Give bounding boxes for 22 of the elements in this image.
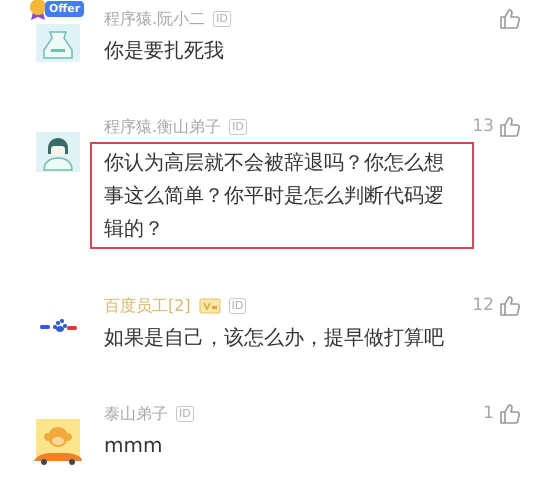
id-tag: ID (228, 298, 246, 314)
medal-icon (28, 0, 48, 20)
thumbs-up-icon[interactable] (498, 7, 522, 31)
avatar-icon[interactable] (34, 417, 82, 465)
thumbs-up-icon[interactable] (498, 294, 522, 318)
thumbs-up-icon[interactable] (498, 402, 522, 426)
comment-text: mmm (104, 432, 164, 459)
comment-text: 你认为高层就不会被辞退吗？你怎么想事这么简单？你平时是怎么判断代码逻辑的？ (90, 142, 474, 249)
comment-text: 你是要扎死我 (104, 37, 225, 64)
user-name[interactable]: 泰山弟子 (104, 402, 168, 426)
user-name[interactable]: 程序猿.阮小二 (104, 7, 206, 31)
like-count: 13 (472, 115, 494, 138)
offer-badge: Offer (45, 1, 84, 17)
id-tag: ID (176, 406, 194, 422)
thumbs-up-icon[interactable] (498, 115, 522, 139)
id-tag: ID (229, 119, 247, 135)
like-count: 1 (483, 402, 494, 426)
like-count: 12 (472, 294, 494, 318)
user-name[interactable]: 百度员工[2] (104, 294, 191, 318)
id-tag: ID (213, 11, 231, 27)
comment-text: 如果是自己，该怎么办，提早做打算吧 (104, 324, 445, 351)
user-name[interactable]: 程序猿.衡山弟子 (104, 115, 222, 139)
